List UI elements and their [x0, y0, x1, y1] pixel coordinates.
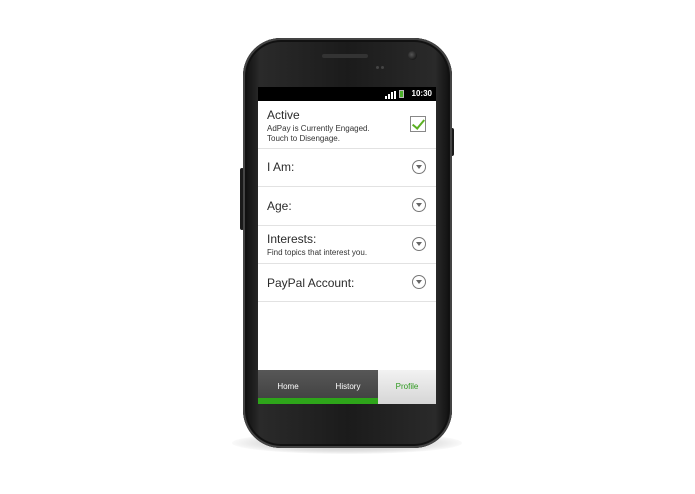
- interests-subtitle: Find topics that interest you.: [267, 248, 368, 257]
- age-row[interactable]: Age:: [258, 187, 436, 226]
- interests-row[interactable]: Interests: Find topics that interest you…: [258, 226, 436, 264]
- battery-icon: [399, 90, 404, 98]
- tab-history-label: History: [335, 382, 361, 391]
- bottom-tab-bar: Home History Profile: [258, 370, 436, 404]
- chevron-down-icon[interactable]: [412, 160, 426, 174]
- sensor-dots: [376, 54, 390, 69]
- app-screen: 10:30 Active AdPay is Currently Engaged.…: [258, 87, 436, 404]
- active-subtitle-line1: AdPay is Currently Engaged.: [267, 124, 370, 133]
- chevron-down-icon[interactable]: [412, 275, 426, 289]
- tab-home[interactable]: Home: [258, 370, 318, 404]
- speaker-grille: [322, 54, 368, 58]
- chevron-down-icon[interactable]: [412, 237, 426, 251]
- interests-label: Interests:: [267, 232, 317, 246]
- paypal-row[interactable]: PayPal Account:: [258, 264, 436, 302]
- active-setting-row[interactable]: Active AdPay is Currently Engaged. Touch…: [258, 101, 436, 149]
- i-am-row[interactable]: I Am:: [258, 149, 436, 187]
- signal-icon: [385, 91, 396, 99]
- status-time: 10:30: [411, 89, 432, 98]
- paypal-label: PayPal Account:: [267, 276, 355, 290]
- tab-indicator: [318, 398, 378, 404]
- status-bar: 10:30: [258, 87, 436, 101]
- tab-history[interactable]: History: [318, 370, 378, 404]
- chevron-down-icon[interactable]: [412, 198, 426, 212]
- active-title: Active: [267, 108, 300, 122]
- tab-profile-label: Profile: [395, 382, 419, 391]
- i-am-label: I Am:: [267, 160, 295, 174]
- tab-home-label: Home: [277, 382, 299, 391]
- active-subtitle-line2: Touch to Disengage.: [267, 134, 340, 143]
- tab-indicator: [258, 398, 318, 404]
- tab-profile[interactable]: Profile: [378, 370, 436, 404]
- age-label: Age:: [267, 199, 292, 213]
- active-checkbox[interactable]: [410, 116, 426, 132]
- front-camera: [408, 51, 417, 60]
